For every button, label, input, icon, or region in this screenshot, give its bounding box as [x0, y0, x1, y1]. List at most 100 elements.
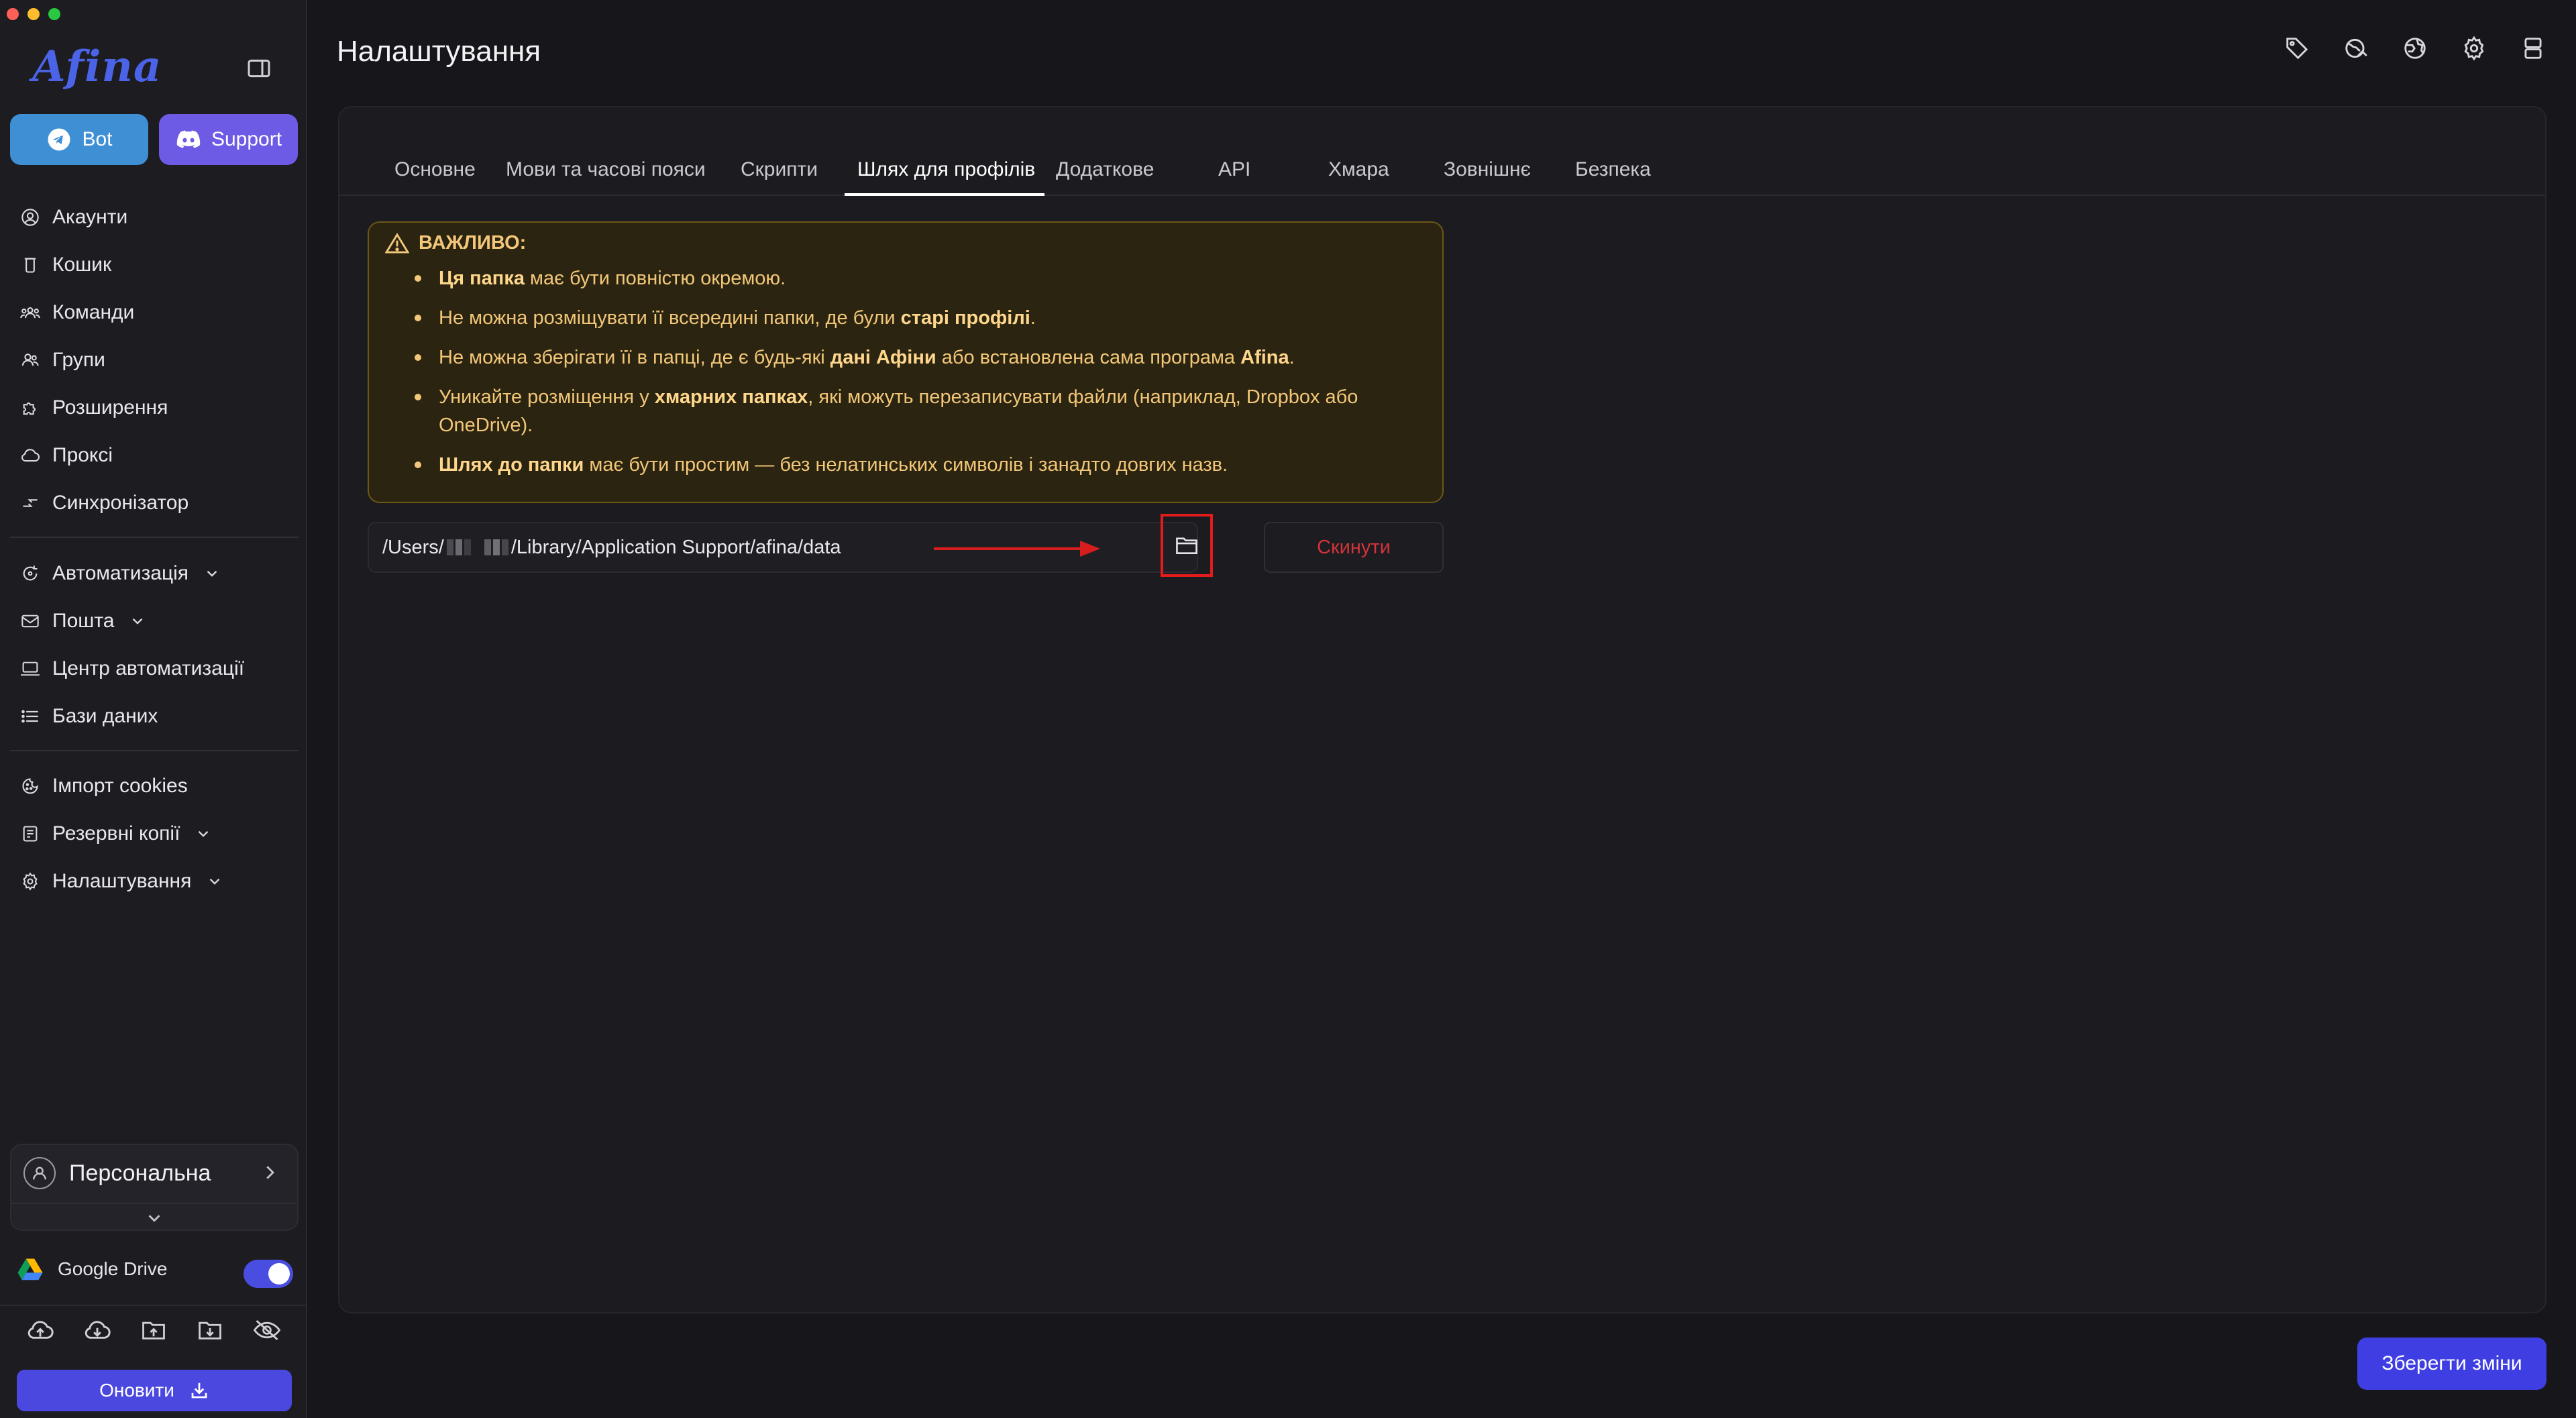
google-drive-toggle[interactable] [244, 1260, 293, 1288]
maximize-window-button[interactable] [48, 8, 60, 20]
folder-upload-icon[interactable] [138, 1315, 169, 1346]
settings-tabs: Основне Мови та часові пояси Скрипти Шля… [339, 152, 2545, 196]
bot-label: Bot [82, 128, 113, 150]
download-icon [189, 1380, 209, 1401]
redacted-username [446, 539, 508, 555]
sync-actions-row [0, 1315, 307, 1346]
cloud-icon [20, 445, 40, 466]
sidebar-item-label: Розширення [52, 396, 168, 419]
cloud-download-icon[interactable] [82, 1315, 113, 1346]
chevron-down-icon [195, 825, 212, 842]
sidebar-item-label: Команди [52, 301, 135, 323]
list-icon [20, 706, 40, 726]
sync-icon [20, 493, 40, 513]
tab-languages-timezones[interactable]: Мови та часові пояси [506, 152, 706, 193]
list-item: Уникайте розміщення у хмарних папках, як… [415, 383, 1421, 439]
backup-icon [20, 824, 40, 844]
sidebar-item-automation[interactable]: Автоматизація [20, 557, 221, 590]
app-logo[interactable]: Afina [32, 42, 162, 92]
folder-download-icon[interactable] [195, 1315, 225, 1346]
trash-icon [20, 255, 40, 275]
sidebar-item-automation-center[interactable]: Центр автоматизації [20, 652, 244, 686]
tab-additional[interactable]: Додаткове [1056, 152, 1154, 193]
toggle-knob [268, 1263, 290, 1285]
discord-support-button[interactable]: Support [159, 114, 298, 165]
sidebar-item-accounts[interactable]: Акаунти [20, 201, 127, 234]
list-item: Шлях до папки має бути простим — без нел… [415, 451, 1421, 479]
chevron-down-icon[interactable] [144, 1208, 164, 1228]
folder-icon [1175, 535, 1199, 556]
tab-scripts[interactable]: Скрипти [741, 152, 818, 193]
profiles-path-input[interactable]: /Users/ /Library/Application Support/afi… [382, 523, 841, 571]
mail-icon [20, 611, 40, 631]
gear-icon[interactable] [2461, 35, 2487, 62]
sidebar-item-label: Бази даних [52, 705, 158, 727]
sidebar-item-trash[interactable]: Кошик [20, 248, 111, 282]
sidebar-item-extensions[interactable]: Розширення [20, 391, 168, 425]
sidebar-divider [10, 537, 299, 538]
tab-cloud[interactable]: Хмара [1328, 152, 1389, 193]
sidebar-item-label: Центр автоматизації [52, 657, 245, 679]
settings-card: Основне Мови та часові пояси Скрипти Шля… [338, 106, 2546, 1313]
chevron-right-icon [260, 1162, 280, 1183]
workspace-selector: Персональна [10, 1144, 299, 1231]
update-button[interactable]: Оновити [17, 1370, 292, 1411]
eye-off-icon[interactable] [252, 1315, 282, 1346]
sidebar-item-proxy[interactable]: Проксі [20, 439, 113, 472]
telegram-icon [46, 126, 72, 153]
warning-title: ВАЖЛИВО: [419, 232, 527, 254]
tab-external[interactable]: Зовнішнє [1444, 152, 1531, 193]
laptop-icon [20, 659, 40, 679]
sidebar-divider [10, 750, 299, 751]
workspace-switch-button[interactable]: Персональна [11, 1145, 297, 1201]
sidebar-bottom-divider [0, 1305, 307, 1306]
window-controls [7, 8, 60, 20]
layout-rows-icon[interactable] [2520, 35, 2546, 62]
sidebar-item-databases[interactable]: Бази даних [20, 700, 158, 733]
annotation-arrow-head [1080, 541, 1100, 557]
sidebar-item-settings[interactable]: Налаштування [20, 865, 223, 898]
workspace-name: Персональна [69, 1160, 211, 1186]
tag-icon[interactable] [2284, 35, 2310, 62]
page-title: Налаштування [337, 35, 541, 68]
tab-general[interactable]: Основне [394, 152, 476, 193]
tab-profiles-path[interactable]: Шлях для профілів [857, 152, 1035, 193]
tab-api[interactable]: API [1218, 152, 1250, 193]
cloud-upload-icon[interactable] [25, 1315, 56, 1346]
telegram-bot-button[interactable]: Bot [10, 114, 148, 165]
sidebar-toggle-icon[interactable] [246, 55, 272, 82]
sidebar-item-synchronizer[interactable]: Синхронізатор [20, 486, 189, 520]
avatar [23, 1157, 56, 1189]
sidebar-item-backups[interactable]: Резервні копії [20, 817, 212, 851]
sidebar-item-groups[interactable]: Групи [20, 343, 105, 377]
sidebar: Afina Bot Support Акаунти Кошик Команди … [0, 0, 307, 1418]
warning-list: Ця папка має бути повністю окремою. Не м… [415, 264, 1421, 490]
sidebar-item-teams[interactable]: Команди [20, 296, 134, 329]
annotation-arrow [934, 547, 1081, 550]
sidebar-item-label: Кошик [52, 254, 112, 276]
sidebar-item-label: Акаунти [52, 206, 128, 228]
close-window-button[interactable] [7, 8, 19, 20]
sidebar-item-label: Налаштування [52, 870, 192, 892]
profiles-path-field[interactable]: /Users/ /Library/Application Support/afi… [368, 522, 1198, 573]
minimize-window-button[interactable] [28, 8, 40, 20]
chevron-down-icon [206, 873, 223, 890]
path-prefix: /Users/ [382, 536, 444, 558]
list-item: Не можна зберігати її в папці, де є будь… [415, 343, 1421, 372]
chevron-down-icon [203, 565, 221, 582]
google-drive-row: Google Drive [17, 1258, 167, 1280]
save-changes-button[interactable]: Зберегти зміни [2357, 1338, 2546, 1390]
reset-button[interactable]: Скинути [1264, 522, 1444, 573]
language-globe-icon[interactable] [2343, 35, 2369, 62]
google-drive-label: Google Drive [58, 1258, 168, 1279]
sidebar-item-mail[interactable]: Пошта [20, 604, 146, 638]
globe-icon[interactable] [2402, 35, 2428, 62]
app-window: Afina Bot Support Акаунти Кошик Команди … [0, 0, 2576, 1418]
browse-folder-button[interactable] [1161, 514, 1213, 577]
tab-security[interactable]: Безпека [1575, 152, 1651, 193]
list-item: Не можна розміщувати її всередині папки,… [415, 304, 1421, 332]
sidebar-item-import-cookies[interactable]: Імпорт cookies [20, 769, 188, 803]
gear-icon [20, 871, 40, 891]
discord-icon [175, 126, 202, 153]
sidebar-item-label: Автоматизація [52, 562, 189, 584]
